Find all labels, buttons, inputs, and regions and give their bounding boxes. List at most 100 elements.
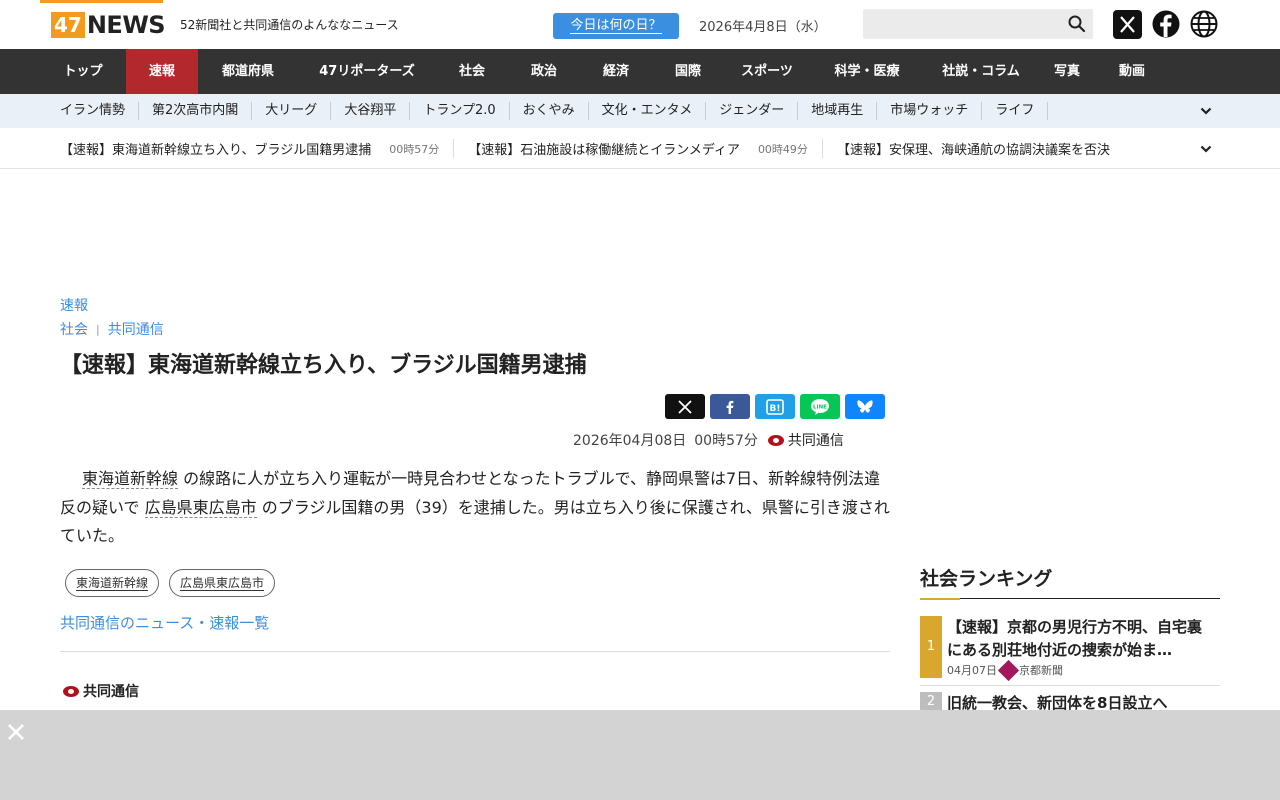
logo-word: NEWS: [86, 11, 166, 39]
ticker-time: 00時57分: [389, 142, 440, 156]
search-input[interactable]: [863, 9, 1093, 39]
keyword-link[interactable]: 広島県東広島市: [144, 497, 257, 518]
ranking-item[interactable]: 1 【速報】京都の男児行方不明、自宅裏にある別荘地付近の捜索が始ま… 04月07…: [920, 616, 1220, 681]
article-source[interactable]: 共同通信: [767, 430, 844, 450]
svg-text:B!: B!: [770, 404, 781, 414]
topic-item[interactable]: 第2次高市内閣: [139, 102, 253, 120]
ranking-title: 社会ランキング: [920, 568, 1053, 590]
nav-item-politics[interactable]: 政治: [508, 49, 580, 94]
ranking-item-date: 04月07日: [947, 664, 997, 677]
nav-item-economy[interactable]: 経済: [580, 49, 652, 94]
article-meta: 2026年04月08日 00時57分 共同通信: [573, 430, 844, 450]
logo-accent-bar: [40, 0, 163, 3]
chevron-down-icon[interactable]: [1199, 104, 1213, 118]
nav-item-breaking[interactable]: 速報: [126, 49, 198, 94]
source-news-list-link[interactable]: 共同通信のニュース・速報一覧: [60, 612, 269, 633]
nav-item-photos[interactable]: 写真: [1038, 49, 1096, 94]
divider: [60, 651, 890, 652]
ticker-title: 【速報】石油施設は稼働継続とイランメディア: [468, 143, 740, 158]
tag-link[interactable]: 東海道新幹線: [65, 569, 160, 597]
ticker-title: 【速報】安保理、海峡通航の協調決議案を否決: [836, 143, 1110, 158]
topic-item[interactable]: 大谷翔平: [331, 102, 411, 120]
ranking-item-meta: 04月07日 京都新聞: [947, 659, 1063, 681]
breaking-news-ticker: 【速報】東海道新幹線立ち入り、ブラジル国籍男逮捕 00時57分 【速報】石油施設…: [0, 128, 1280, 169]
ticker-item[interactable]: 【速報】石油施設は稼働継続とイランメディア 00時49分: [468, 139, 823, 158]
topic-nav: イラン情勢 第2次高市内閣 大リーグ 大谷翔平 トランプ2.0 おくやみ 文化・…: [0, 94, 1280, 128]
topic-item[interactable]: トランプ2.0: [410, 102, 510, 120]
category-separator: |: [96, 322, 100, 336]
ranking-item-title: 【速報】京都の男児行方不明、自宅裏にある別荘地付近の捜索が始ま…: [947, 618, 1203, 659]
ticker-list: 【速報】東海道新幹線立ち入り、ブラジル国籍男逮捕 00時57分 【速報】石油施設…: [60, 128, 1138, 169]
x-share-button[interactable]: [665, 394, 705, 419]
rank-badge: 1: [920, 616, 942, 678]
current-date: 2026年4月8日（水）: [699, 20, 827, 35]
facebook-icon: [726, 400, 734, 414]
article-title: 【速報】東海道新幹線立ち入り、ブラジル国籍男逮捕: [60, 353, 587, 378]
nav-item-prefectures[interactable]: 都道府県: [198, 49, 298, 94]
topic-item[interactable]: 大リーグ: [252, 102, 332, 120]
nav-item-sports[interactable]: スポーツ: [724, 49, 810, 94]
site-logo[interactable]: 47 NEWS: [51, 11, 166, 39]
ranking-underline: [920, 598, 1220, 599]
site-header: 47 NEWS 52新聞社と共同通信のよんななニュース 今日は何の日？ 2026…: [0, 0, 1280, 49]
nav-item-science[interactable]: 科学・医療: [810, 49, 924, 94]
logo-number: 47: [51, 12, 85, 38]
article-source-name: 共同通信: [787, 433, 844, 449]
nav-item-world[interactable]: 国際: [652, 49, 724, 94]
bluesky-share-button[interactable]: [845, 394, 885, 419]
kyoto-shimbun-logo-icon: [997, 659, 1020, 681]
nav-item-top[interactable]: トップ: [40, 49, 126, 94]
hatena-icon: B!: [766, 398, 784, 415]
x-icon[interactable]: [1113, 10, 1142, 39]
topic-item[interactable]: おくやみ: [510, 102, 589, 120]
nav-item-editorial[interactable]: 社説・コラム: [924, 49, 1038, 94]
topic-list: イラン情勢 第2次高市内閣 大リーグ 大谷翔平 トランプ2.0 おくやみ 文化・…: [47, 94, 1049, 128]
subcategory-link[interactable]: 社会: [60, 319, 88, 339]
nav-item-society[interactable]: 社会: [436, 49, 508, 94]
globe-icon[interactable]: [1190, 10, 1218, 38]
ranking-item[interactable]: 2 旧統一教会、新団体を8日設立へ: [920, 692, 1220, 712]
x-icon: [678, 399, 692, 414]
category-link[interactable]: 速報: [60, 295, 88, 315]
bluesky-icon: [857, 399, 873, 413]
line-icon: LINE: [811, 398, 829, 415]
today-button-label: 今日は何の日？: [570, 18, 662, 34]
ticker-item[interactable]: 【速報】東海道新幹線立ち入り、ブラジル国籍男逮捕 00時57分: [60, 139, 455, 158]
bottom-ad-overlay: [0, 710, 1280, 800]
topic-item[interactable]: ジェンダー: [706, 102, 799, 120]
share-buttons: B! LINE: [665, 394, 890, 419]
ticker-item[interactable]: 【速報】安保理、海峡通航の協調決議案を否決: [837, 139, 1124, 158]
topic-item[interactable]: ライフ: [982, 102, 1049, 120]
footer-source-name: 共同通信: [83, 684, 139, 700]
close-icon[interactable]: [6, 722, 26, 742]
nav-item-videos[interactable]: 動画: [1096, 49, 1168, 94]
facebook-icon[interactable]: [1152, 10, 1180, 38]
tag-label: 広島県東広島市: [180, 576, 265, 591]
today-in-history-button[interactable]: 今日は何の日？: [553, 13, 679, 39]
tag-link[interactable]: 広島県東広島市: [169, 569, 276, 597]
topic-item[interactable]: イラン情勢: [47, 102, 140, 120]
chevron-down-icon[interactable]: [1199, 142, 1213, 156]
kyodo-logo-icon: [63, 685, 79, 697]
search-icon[interactable]: [1067, 14, 1087, 34]
tag-label: 東海道新幹線: [76, 576, 149, 591]
line-share-button[interactable]: LINE: [800, 394, 840, 419]
ranking-item-source: 京都新聞: [1019, 664, 1063, 677]
source-link[interactable]: 共同通信: [108, 319, 164, 339]
svg-text:LINE: LINE: [813, 404, 827, 410]
topic-item[interactable]: 地域再生: [798, 102, 878, 120]
divider: [920, 685, 1220, 686]
ticker-time: 00時49分: [757, 142, 808, 156]
facebook-share-button[interactable]: [710, 394, 750, 419]
ranking-underline-accent: [920, 598, 960, 600]
ticker-title: 【速報】東海道新幹線立ち入り、ブラジル国籍男逮捕: [60, 143, 372, 158]
keyword-link[interactable]: 東海道新幹線: [82, 469, 179, 489]
article-date: 2026年04月08日: [573, 433, 687, 449]
site-tagline: 52新聞社と共同通信のよんななニュース: [180, 18, 399, 32]
article-footer-source[interactable]: 共同通信: [63, 681, 139, 701]
hatena-share-button[interactable]: B!: [755, 394, 795, 419]
topic-item[interactable]: 文化・エンタメ: [589, 102, 707, 120]
kyodo-logo-icon: [767, 434, 784, 446]
topic-item[interactable]: 市場ウォッチ: [877, 102, 983, 120]
nav-item-47reporters[interactable]: 47リポーターズ: [298, 49, 436, 94]
